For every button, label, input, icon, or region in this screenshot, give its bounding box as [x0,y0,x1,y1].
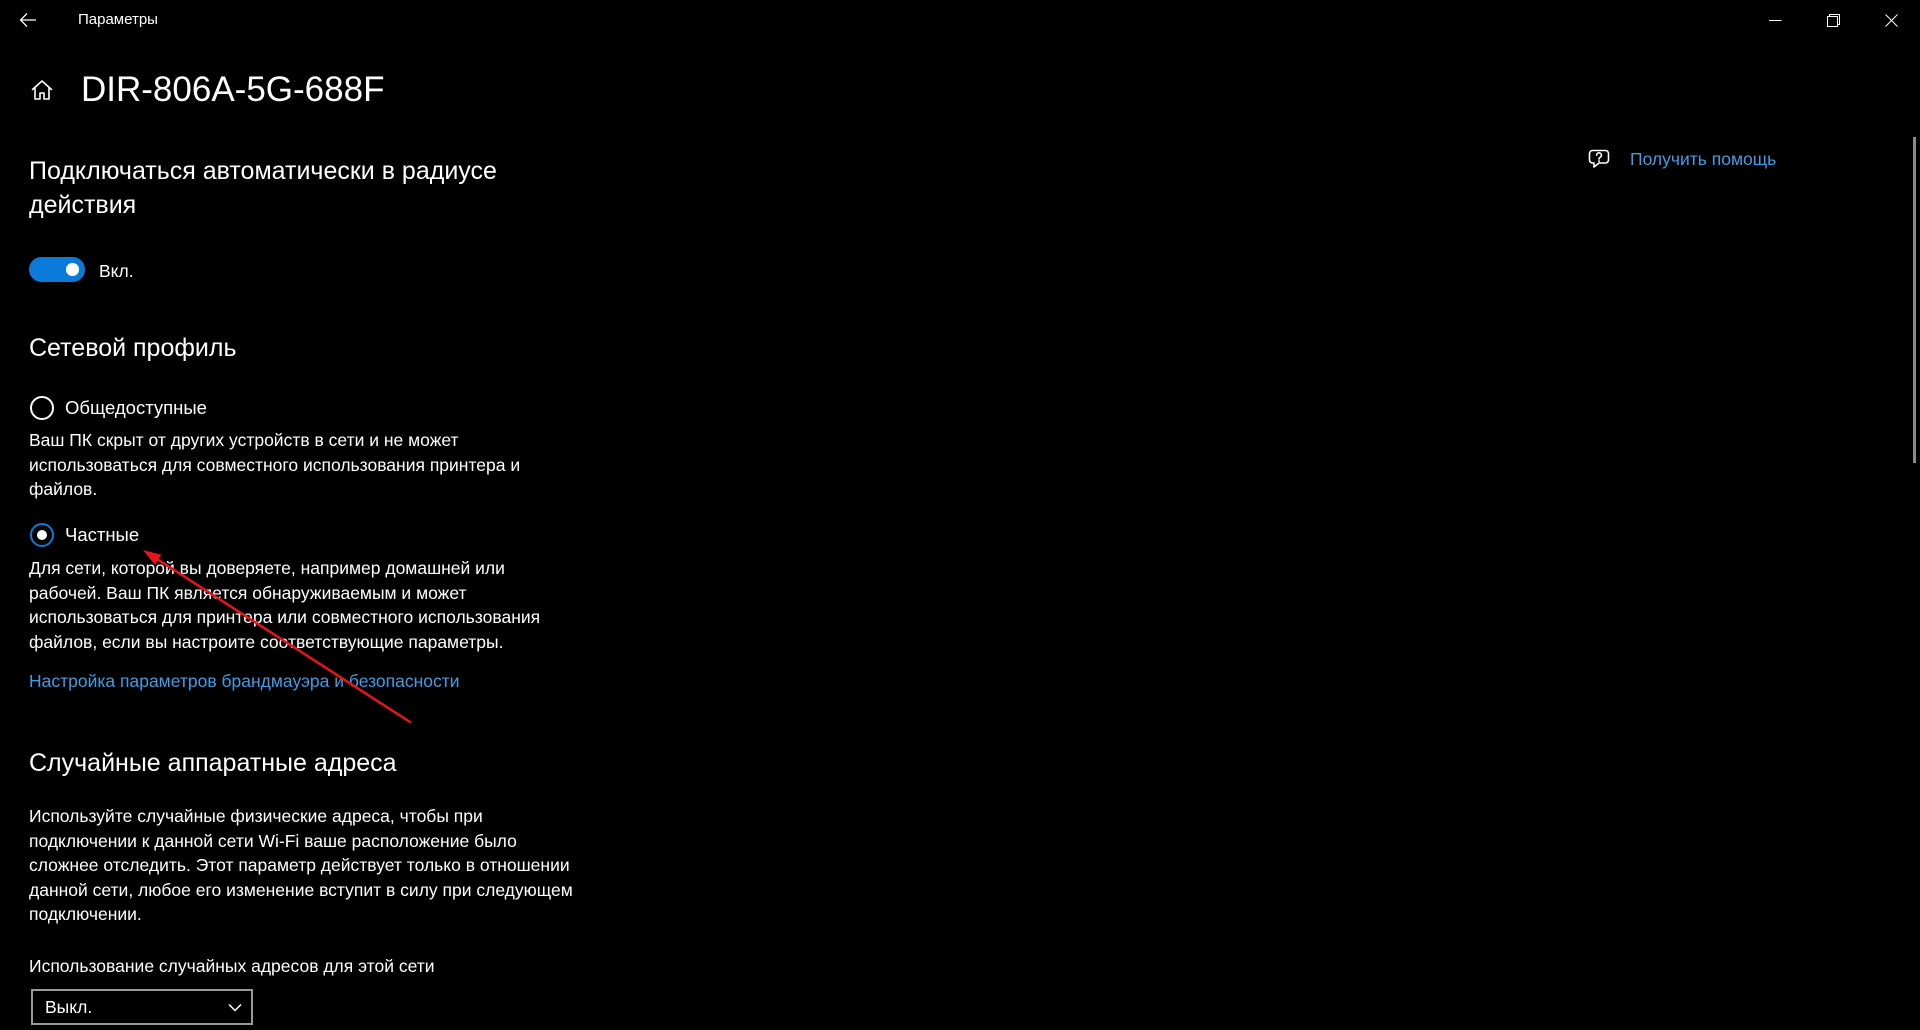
description-line: подключении к данной сети Wi-Fi ваше рас… [29,830,517,851]
page-title: DIR-806A-5G-688F [81,70,385,109]
close-icon [1884,13,1898,27]
minimize-icon [1768,19,1781,21]
back-arrow-icon [19,13,36,27]
description-line: использоваться для совместного использов… [29,454,521,475]
get-help-label: Получить помощь [1630,149,1777,169]
heading-line: Подключаться автоматически в радиусе [29,157,497,185]
toggle-knob [66,263,79,276]
radio-circle [30,396,54,420]
random-addresses-description: Используйте случайные физические адреса,… [29,804,573,927]
help-chat-icon [1586,147,1612,171]
help-chat-icon-svg [1588,149,1610,168]
radio-public-description: Ваш ПК скрыт от других устройств в сети … [29,428,520,502]
radio-circle [30,523,54,547]
get-help-link[interactable]: Получить помощь [1586,147,1776,171]
dropdown-selected-value: Выкл. [45,997,93,1017]
chevron-down-icon [228,1003,242,1012]
window-controls [1746,0,1920,40]
description-line: подключении. [29,904,142,924]
home-button[interactable] [26,74,58,106]
heading-line: действия [29,191,137,219]
annotation-arrow-head [143,550,162,565]
radio-public[interactable]: Общедоступные [30,396,207,420]
description-line: Используйте случайные физические адреса,… [29,806,483,826]
description-line: данной сети, любое его изменение вступит… [29,879,573,900]
minimize-button[interactable] [1746,0,1804,40]
scrollbar-thumb[interactable] [1913,137,1916,463]
radio-label-private: Частные [65,524,140,545]
window-title: Параметры [78,11,158,28]
close-button[interactable] [1862,0,1920,40]
toggle-state-label: Вкл. [99,261,134,281]
radio-private[interactable]: Частные [30,523,139,547]
radio-label-public: Общедоступные [65,397,207,418]
auto-connect-heading: Подключаться автоматически в радиусе дей… [29,154,497,222]
restore-button[interactable] [1804,0,1862,40]
home-icon [31,80,53,100]
restore-icon [1826,13,1840,27]
annotation-arrow-shaft [156,558,412,724]
red-arrow-annotation [143,550,412,724]
back-button[interactable] [8,0,48,40]
title-bar: Параметры [0,0,1920,40]
auto-connect-toggle[interactable] [29,257,85,282]
description-line: файлов. [29,479,98,499]
random-addresses-heading: Случайные аппаратные адреса [29,749,397,777]
random-addresses-setting-label: Использование случайных адресов для этой… [29,956,435,976]
description-line: сложнее отследить. Этот параметр действу… [29,855,570,875]
description-line: Ваш ПК скрыт от других устройств в сети … [29,430,459,450]
network-profile-heading: Сетевой профиль [29,334,237,362]
random-addresses-dropdown[interactable]: Выкл. [31,989,253,1025]
